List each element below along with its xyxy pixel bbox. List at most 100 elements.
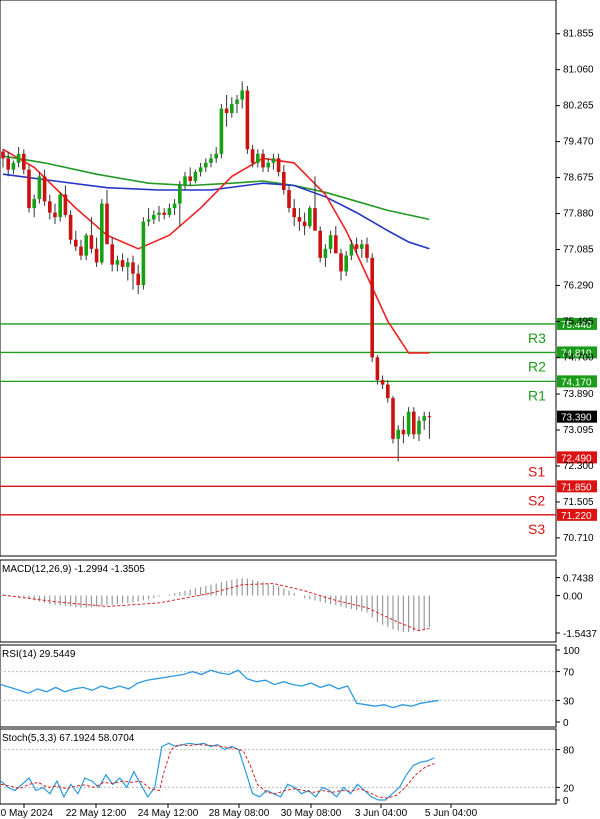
candle-up [178,185,182,204]
candle-up [235,99,239,105]
y-tick-label: 77.880 [563,209,594,220]
candle-down [42,176,47,202]
candle-up [172,203,177,209]
macd-panel: MACD(12,26,9) -1.2994 -1.3505 0.7438 0.00… [0,559,597,643]
candle-up [323,248,328,258]
candle-down [48,201,52,213]
y-tick-label: 81.855 [563,29,594,40]
current-price-label: 73.390 [561,413,592,424]
level-name-s3: S3 [528,521,545,537]
x-tick-label: 20 May 2024 [0,808,53,819]
rsi-y-axis: 100 70 30 0 [556,646,580,729]
candle-up [209,158,213,163]
candle-up [157,212,161,215]
stoch-tick-label: 20 [563,783,575,794]
x-tick-label: 5 Jun 04:00 [425,808,478,819]
level-price-label: 74.170 [561,377,592,388]
candle-down [1,151,5,159]
candle-up [349,244,354,256]
x-tick-label: 22 May 12:00 [66,808,127,819]
candle-down [313,208,317,231]
candle-down [27,169,31,209]
candle-up [422,416,426,421]
candle-down [380,380,385,385]
candle-up [183,176,187,186]
candle-up [344,255,348,272]
y-tick-label: 80.265 [563,101,594,112]
rsi-tick-label: 30 [563,696,575,707]
candle-up [32,199,36,209]
x-tick-label: 30 May 08:00 [281,808,342,819]
candle-up [230,104,234,114]
candle-down [287,190,291,209]
candle-up [328,235,333,249]
candle-up [193,171,198,181]
rsi-tick-label: 100 [563,646,580,657]
x-tick-label: 3 Jun 04:00 [355,808,408,819]
candle-down [89,235,94,249]
candle-down [136,273,140,286]
candle-down [188,176,192,181]
candle-up [115,260,120,265]
level-name-s1: S1 [528,463,545,479]
time-axis: 20 May 2024 22 May 12:00 24 May 12:00 28 Ma… [0,804,478,819]
candle-up [214,153,218,159]
candle-down [94,248,99,263]
candle-down [412,411,416,435]
level-name-r1: R1 [528,387,546,403]
candle-down [318,230,322,258]
candle-up [266,162,270,168]
candle-down [375,357,380,381]
candle-down [334,235,338,254]
candle-up [146,219,151,222]
candle-down [245,90,250,150]
x-tick-label: 28 May 08:00 [209,808,270,819]
stoch-y-axis: 80 20 0 [556,746,575,807]
candle-down [110,244,114,265]
y-tick-label: 79.470 [563,137,594,148]
candle-up [308,208,312,227]
x-tick-label: 24 May 12:00 [138,808,199,819]
candle-down [105,203,109,245]
main-panel: 75.440R374.810R274.170R172.490S171.850S2… [0,0,597,557]
candle-up [256,153,260,163]
macd-title: MACD(12,26,9) -1.2994 -1.3505 [2,564,145,575]
candle-down [131,262,135,274]
candle-up [198,167,203,172]
price-chart: 75.440R374.810R274.170R172.490S171.850S2… [0,0,597,819]
y-tick-label: 71.505 [563,497,594,508]
candle-up [11,162,16,170]
y-tick-label: 73.095 [563,425,594,436]
candle-down [339,253,343,272]
candle-down [22,153,26,170]
candle-up [37,176,42,200]
candle-down [282,171,286,191]
macd-y-axis: 0.7438 0.00 -1.5437 [556,574,597,640]
level-name-r2: R2 [528,358,546,374]
candle-down [74,239,78,247]
macd-tick-label: -1.5437 [563,629,597,640]
candle-down [297,217,302,222]
y-tick-label: 76.290 [563,280,594,291]
candle-up [58,194,62,218]
candle-down [386,384,390,399]
candle-down [224,108,229,114]
candle-down [370,257,374,358]
candle-down [302,221,307,227]
candle-down [68,214,73,240]
stoch-title: Stoch(5,3,3) 67.1924 58.0704 [2,733,135,744]
candle-down [162,212,166,215]
candle-up [396,429,400,439]
macd-tick-label: 0.00 [563,592,583,603]
y-tick-label: 77.085 [563,244,594,255]
rsi-tick-label: 70 [563,668,575,679]
candle-up [16,153,21,163]
level-price-label: 71.220 [561,511,592,522]
main-y-axis: 81.855 81.060 80.265 79.470 78.675 77.880 77.0… [556,29,597,544]
candle-up [204,162,208,168]
level-price-label: 71.850 [561,482,592,493]
candle-up [167,208,172,215]
rsi-tick-label: 0 [563,718,569,729]
rsi-title: RSI(14) 29.5449 [2,649,76,660]
rsi-panel: RSI(14) 29.5449 100 70 30 0 [0,644,580,729]
